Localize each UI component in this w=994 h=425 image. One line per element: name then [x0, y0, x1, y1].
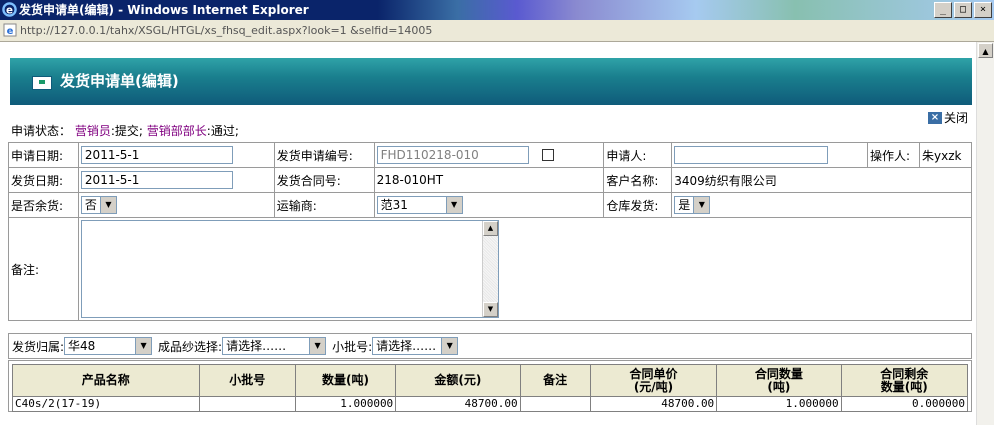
chevron-down-icon: ▼ [445, 197, 462, 213]
col-remark[interactable]: 备注 [519, 364, 591, 397]
close-label[interactable]: 关闭 [944, 109, 968, 126]
warehouse-label: 仓库发货: [603, 192, 673, 218]
svg-text:e: e [7, 26, 14, 37]
operator-label: 操作人: [867, 142, 920, 168]
contract-no-value: 218-010HT [373, 167, 605, 193]
col-contract-qty[interactable]: 合同数量 (吨) [716, 364, 842, 397]
col-batch[interactable]: 小批号 [198, 364, 296, 397]
yarn-label: 成品纱选择: [158, 339, 223, 354]
belong-value: 华48 [68, 339, 96, 353]
customer-label: 客户名称: [603, 167, 673, 193]
col-contract-remaining[interactable]: 合同剩余 数量(吨) [840, 364, 969, 397]
applicant-label: 申请人: [603, 142, 673, 168]
filter-bar: 发货归属: 华48 ▼ 成品纱选择: 请选择…… ▼ 小批号: 请选择…… ▼ [8, 333, 972, 359]
apply-date-label: 申请日期: [8, 142, 79, 168]
chevron-down-icon: ▼ [693, 197, 710, 213]
surplus-label: 是否余货: [8, 192, 79, 218]
ship-date-label: 发货日期: [8, 167, 79, 193]
page-header: 发货申请单(编辑) [10, 58, 972, 105]
close-link[interactable]: × 关闭 [928, 109, 968, 126]
close-icon: × [928, 111, 942, 124]
cell-contract-qty: 1.000000 [716, 396, 842, 412]
status-label: 申请状态： [11, 124, 72, 138]
col-amount[interactable]: 金额(元) [395, 364, 521, 397]
form-icon [32, 76, 52, 90]
address-url[interactable]: http://127.0.0.1/tahx/XSGL/HTGL/xs_fhsq_… [20, 23, 432, 38]
col-quantity[interactable]: 数量(吨) [294, 364, 397, 397]
address-bar[interactable]: e http://127.0.0.1/tahx/XSGL/HTGL/xs_fhs… [0, 20, 994, 42]
col-product-name[interactable]: 产品名称 [12, 364, 200, 397]
yarn-value: 请选择…… [226, 339, 287, 353]
belong-select[interactable]: 华48 ▼ [64, 337, 153, 355]
cell-product-name: C40s/2(17-19) [12, 396, 200, 412]
approval-status: 申请状态： 营销员:提交; 营销部部长:通过; [11, 123, 239, 139]
belong-label: 发货归属: [12, 339, 65, 354]
batch-label: 小批号: [332, 339, 373, 354]
col-contract-price[interactable]: 合同单价 (元/吨) [589, 364, 718, 397]
grid-header-row: 产品名称 小批号 数量(吨) 金额(元) 备注 合同单价 (元/吨) 合同数量 … [12, 364, 969, 397]
chevron-down-icon: ▼ [99, 197, 116, 213]
cell-batch [198, 396, 296, 412]
minimize-button[interactable]: _ [934, 2, 952, 18]
page-icon: e [3, 23, 17, 37]
remark-label-text: 备注: [11, 262, 40, 277]
chevron-down-icon: ▼ [309, 338, 326, 354]
apply-date-input[interactable]: 2011-5-1 [80, 146, 233, 164]
cell-contract-remaining: 0.000000 [840, 396, 969, 412]
title-bar: e 发货申请单(编辑) - Windows Internet Explorer … [0, 0, 994, 20]
scroll-up-icon[interactable]: ▲ [482, 221, 498, 236]
table-row[interactable]: C40s/2(17-19) 1.000000 48700.00 48700.00… [12, 396, 969, 412]
vertical-scrollbar[interactable]: ▲ [976, 42, 994, 425]
yarn-select[interactable]: 请选择…… ▼ [222, 337, 327, 355]
close-window-button[interactable]: × [974, 2, 992, 18]
cell-remark [519, 396, 591, 412]
product-grid-container: 产品名称 小批号 数量(吨) 金额(元) 备注 合同单价 (元/吨) 合同数量 … [8, 360, 972, 412]
ship-date-input[interactable]: 2011-5-1 [80, 171, 233, 189]
cell-quantity: 1.000000 [294, 396, 397, 412]
chevron-down-icon: ▼ [135, 338, 152, 354]
surplus-value: 否 [84, 198, 97, 212]
apply-no-checkbox[interactable] [542, 149, 555, 161]
operator-value: 朱yxzk [919, 142, 972, 168]
status-role-sales: 营销员 [74, 124, 111, 138]
applicant-input[interactable] [674, 146, 829, 164]
carrier-select[interactable]: 范31 ▼ [376, 196, 463, 214]
carrier-value: 范31 [380, 198, 408, 212]
status-action-submit: :提交; [110, 124, 143, 138]
batch-value: 请选择…… [376, 339, 437, 353]
carrier-label: 运输商: [273, 192, 375, 218]
window-title: 发货申请单(编辑) - Windows Internet Explorer [19, 3, 309, 17]
form-table: 申请日期: 2011-5-1 发货申请编号: FHD110218-010 申请人… [8, 142, 973, 321]
remark-scrollbar[interactable]: ▲ ▼ [481, 221, 498, 317]
scroll-down-icon[interactable]: ▼ [482, 302, 498, 317]
cell-contract-price: 48700.00 [589, 396, 718, 412]
contract-no-label: 发货合同号: [273, 167, 375, 193]
remark-label: 备注: [8, 217, 79, 321]
page-title: 发货申请单(编辑) [60, 72, 179, 90]
apply-no-input[interactable]: FHD110218-010 [376, 146, 529, 164]
scroll-up-icon[interactable]: ▲ [978, 43, 993, 58]
cell-amount: 48700.00 [395, 396, 521, 412]
apply-no-label: 发货申请编号: [273, 142, 375, 168]
status-role-manager: 营销部部长 [146, 124, 207, 138]
batch-select[interactable]: 请选择…… ▼ [372, 337, 459, 355]
chevron-down-icon: ▼ [441, 338, 458, 354]
warehouse-value: 是 [678, 198, 691, 212]
surplus-select[interactable]: 否 ▼ [80, 196, 117, 214]
restore-button[interactable]: □ [954, 2, 972, 18]
remark-textarea[interactable]: ▲ ▼ [80, 220, 499, 318]
ie-icon: e [2, 2, 17, 17]
product-grid: 产品名称 小批号 数量(吨) 金额(元) 备注 合同单价 (元/吨) 合同数量 … [12, 364, 969, 412]
status-action-approve: :通过; [206, 124, 239, 138]
warehouse-select[interactable]: 是 ▼ [674, 196, 711, 214]
svg-text:e: e [6, 4, 13, 16]
customer-value: 3409纺织有限公司 [671, 167, 972, 193]
